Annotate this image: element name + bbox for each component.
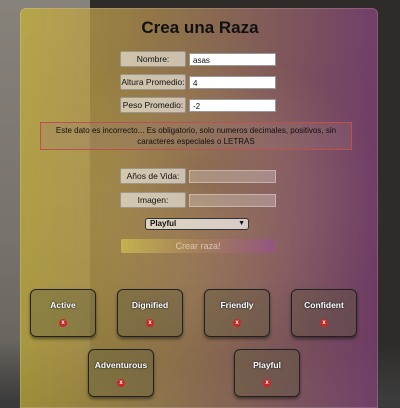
temperament-card-dignified: Dignified x xyxy=(117,289,183,337)
temperament-card-active: Active x xyxy=(30,289,96,337)
temperament-card-confident: Confident x xyxy=(291,289,357,337)
remove-temperament-button[interactable]: x xyxy=(263,379,271,387)
anios-input[interactable] xyxy=(189,169,276,183)
page-title: Crea una Raza xyxy=(141,18,259,37)
anios-label: Años de Vida: xyxy=(120,168,186,184)
nombre-label: Nombre: xyxy=(120,51,186,67)
temperament-card-friendly: Friendly x xyxy=(204,289,270,337)
nombre-row: Nombre: asas xyxy=(120,51,276,67)
temperament-select-value: Playful xyxy=(150,219,177,228)
temperament-name: Friendly xyxy=(220,300,254,310)
temperament-name: Active xyxy=(50,300,76,310)
altura-label: Altura Promedio: xyxy=(120,74,186,90)
nombre-input[interactable]: asas xyxy=(189,52,276,66)
peso-row: Peso Promedio: -2 xyxy=(120,97,276,113)
imagen-input[interactable] xyxy=(189,193,276,207)
temperament-name: Playful xyxy=(253,360,281,370)
temperament-card-playful: Playful x xyxy=(234,349,300,397)
altura-row: Altura Promedio: 4 xyxy=(120,74,276,90)
temperament-name: Confident xyxy=(304,300,344,310)
create-breed-button[interactable]: Crear raza! xyxy=(121,239,275,253)
temperament-name: Dignified xyxy=(131,300,169,310)
peso-input[interactable]: -2 xyxy=(189,98,276,112)
remove-temperament-button[interactable]: x xyxy=(320,319,328,327)
altura-input[interactable]: 4 xyxy=(189,75,276,89)
remove-temperament-button[interactable]: x xyxy=(146,319,154,327)
temperament-card-adventurous: Adventurous x xyxy=(88,349,154,397)
anios-row: Años de Vida: xyxy=(120,168,276,184)
imagen-row: Imagen: xyxy=(120,192,276,208)
remove-temperament-button[interactable]: x xyxy=(233,319,241,327)
remove-temperament-button[interactable]: x xyxy=(59,319,67,327)
temperament-name: Adventurous xyxy=(94,360,148,370)
temperament-select[interactable]: Playful ▼ xyxy=(145,218,249,230)
form-panel xyxy=(20,8,378,408)
validation-error-message: Este dato es incorrecto... Es obligatori… xyxy=(40,122,352,150)
remove-temperament-button[interactable]: x xyxy=(117,379,125,387)
chevron-down-icon: ▼ xyxy=(238,220,245,227)
imagen-label: Imagen: xyxy=(120,192,186,208)
peso-label: Peso Promedio: xyxy=(120,97,186,113)
